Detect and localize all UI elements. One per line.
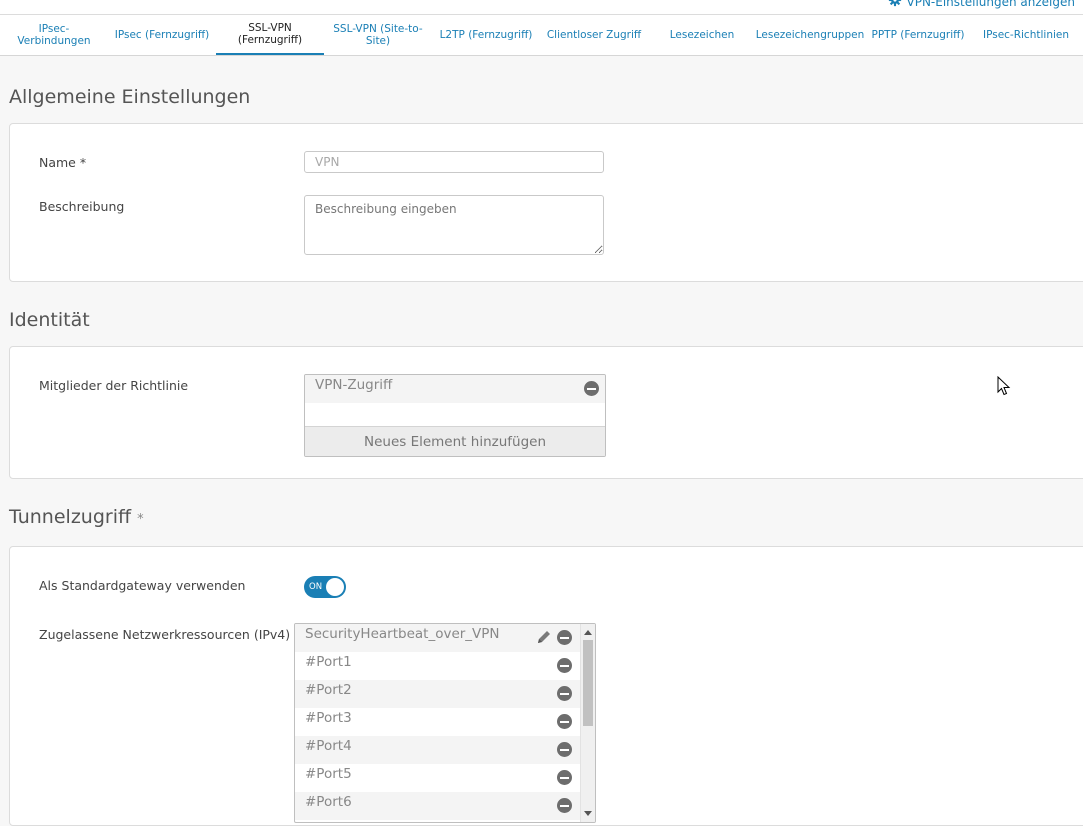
list-item: #Port1	[295, 652, 595, 680]
minus-circle-icon[interactable]	[557, 658, 572, 673]
member-empty-row	[305, 403, 605, 427]
list-item: SecurityHeartbeat_over_VPN	[295, 624, 595, 652]
minus-circle-icon[interactable]	[557, 686, 572, 701]
tab-ipsec-remote[interactable]: IPsec (Fernzugriff)	[108, 15, 216, 55]
identity-title: Identität	[9, 309, 90, 331]
top-bar: VPN-Einstellungen anzeigen	[0, 0, 1083, 15]
description-input[interactable]	[304, 195, 604, 255]
list-item: #Port6	[295, 792, 595, 820]
mouse-pointer-icon	[997, 375, 1011, 396]
pencil-icon[interactable]	[535, 628, 553, 646]
identity-panel: Mitglieder der Richtlinie VPN-Zugriff Ne…	[9, 346, 1083, 479]
tunnel-access-title-text: Tunnelzugriff	[9, 506, 132, 528]
toggle-knob	[326, 578, 344, 596]
tab-ssl-vpn-site[interactable]: SSL-VPN (Site-to- Site)	[324, 15, 432, 55]
tab-l2tp-remote[interactable]: L2TP (Fernzugriff)	[432, 15, 540, 55]
name-label: Name *	[39, 155, 87, 170]
list-item: VPN-Zugriff	[305, 375, 605, 403]
general-settings-panel: Name * Beschreibung	[9, 123, 1083, 282]
resource-name: SecurityHeartbeat_over_VPN	[305, 626, 500, 642]
tab-ipsec-policies[interactable]: IPsec-Richtlinien	[972, 15, 1080, 55]
tab-clientless-access[interactable]: Clientloser Zugriff	[540, 15, 648, 55]
tab-bookmark-groups[interactable]: Lesezeichengruppen	[756, 15, 865, 55]
default-gateway-toggle[interactable]: ON	[304, 576, 346, 598]
network-resources-list[interactable]: SecurityHeartbeat_over_VPN #Port1 #Port2…	[294, 623, 596, 823]
name-input[interactable]	[304, 151, 604, 173]
add-element-button[interactable]: Neues Element hinzufügen	[305, 427, 605, 456]
member-name: VPN-Zugriff	[315, 377, 393, 393]
list-item: #Port5	[295, 764, 595, 792]
minus-circle-icon[interactable]	[557, 770, 572, 785]
resource-name: #Port4	[305, 738, 352, 754]
scroll-up-icon[interactable]	[584, 630, 592, 635]
minus-circle-icon[interactable]	[584, 381, 599, 396]
scroll-down-icon[interactable]	[584, 811, 592, 816]
tab-bar: IPsec- Verbindungen IPsec (Fernzugriff) …	[0, 15, 1083, 56]
scrollbar-thumb[interactable]	[583, 640, 593, 726]
network-resources-label: Zugelassene Netzwerkressourcen (IPv4)	[39, 627, 291, 642]
resource-name: #Port5	[305, 766, 352, 782]
description-label: Beschreibung	[39, 199, 125, 214]
toggle-state-label: ON	[309, 582, 323, 592]
minus-circle-icon[interactable]	[557, 714, 572, 729]
resources-scrollbar[interactable]	[580, 624, 595, 822]
minus-circle-icon[interactable]	[557, 630, 572, 645]
list-item: #Port2	[295, 680, 595, 708]
vpn-settings-link-label: VPN-Einstellungen anzeigen	[906, 0, 1076, 9]
list-item: #Port3	[295, 708, 595, 736]
general-settings-title: Allgemeine Einstellungen	[9, 86, 251, 108]
gear-icon	[888, 0, 902, 10]
resource-name: #Port1	[305, 654, 352, 670]
vpn-settings-link[interactable]: VPN-Einstellungen anzeigen	[888, 0, 1076, 10]
resource-name: #Port3	[305, 710, 352, 726]
required-marker: *	[137, 512, 144, 527]
minus-circle-icon[interactable]	[557, 798, 572, 813]
list-item: #Port4	[295, 736, 595, 764]
tab-ipsec-connections[interactable]: IPsec- Verbindungen	[0, 15, 108, 55]
policy-members-list: VPN-Zugriff Neues Element hinzufügen	[304, 374, 606, 457]
resource-name: #Port6	[305, 794, 352, 810]
policy-members-label: Mitglieder der Richtlinie	[39, 378, 189, 393]
default-gateway-label: Als Standardgateway verwenden	[39, 578, 246, 593]
minus-circle-icon[interactable]	[557, 742, 572, 757]
tab-ssl-vpn-remote[interactable]: SSL-VPN (Fernzugriff)	[216, 15, 324, 55]
tab-bookmarks[interactable]: Lesezeichen	[648, 15, 756, 55]
resource-name: #Port2	[305, 682, 352, 698]
tunnel-access-title: Tunnelzugriff *	[9, 506, 144, 528]
tab-pptp-remote[interactable]: PPTP (Fernzugriff)	[864, 15, 972, 55]
